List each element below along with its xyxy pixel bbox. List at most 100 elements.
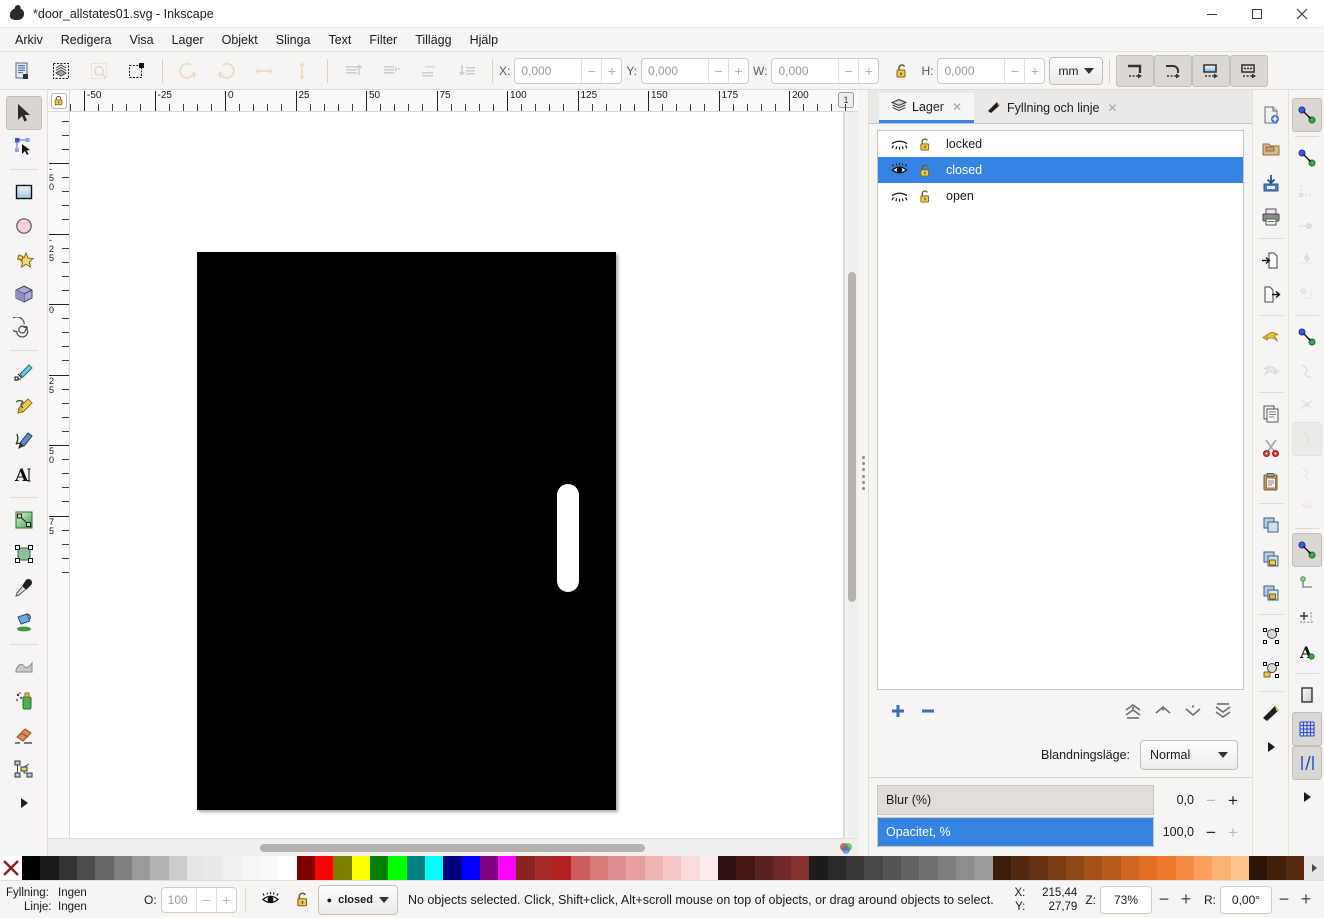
- blend-mode-select[interactable]: Normal: [1140, 739, 1238, 770]
- layer-lock-toggle[interactable]: [912, 189, 938, 204]
- command-bar-more-button[interactable]: [1256, 730, 1286, 764]
- add-layer-button[interactable]: [883, 698, 913, 724]
- rotation-decrement[interactable]: −: [1274, 889, 1294, 910]
- menu-arkiv[interactable]: Arkiv: [6, 30, 52, 50]
- flip-horizontal-button[interactable]: [245, 55, 283, 87]
- palette-swatch[interactable]: [406, 856, 425, 880]
- menu-lager[interactable]: Lager: [163, 30, 213, 50]
- pencil-tool[interactable]: [6, 390, 42, 424]
- palette-swatch[interactable]: [644, 856, 663, 880]
- opacity-stepper[interactable]: − +: [1200, 824, 1244, 841]
- eraser-tool[interactable]: [6, 718, 42, 752]
- raise-button[interactable]: [372, 55, 410, 87]
- x-spinner[interactable]: − +: [514, 57, 623, 84]
- menu-slinga[interactable]: Slinga: [267, 30, 320, 50]
- blur-increment[interactable]: +: [1222, 792, 1244, 809]
- palette-swatch[interactable]: [1102, 856, 1121, 880]
- opacity-slider[interactable]: Opacitet, %: [877, 817, 1154, 847]
- door-handle-shape[interactable]: [557, 484, 579, 592]
- layer-row-open[interactable]: open: [878, 183, 1243, 209]
- palette-swatch[interactable]: [223, 856, 242, 880]
- dock-resize-handle[interactable]: [858, 90, 868, 856]
- snap-page-border-toggle[interactable]: [1292, 678, 1322, 712]
- palette-swatch[interactable]: [443, 856, 462, 880]
- copy-button[interactable]: [1256, 397, 1286, 431]
- blur-stepper[interactable]: − +: [1200, 792, 1244, 809]
- unlink-clone-button[interactable]: [1256, 576, 1286, 610]
- palette-swatch[interactable]: [662, 856, 682, 880]
- palette-swatch[interactable]: [571, 856, 590, 880]
- palette-swatch[interactable]: [1157, 856, 1176, 880]
- spiral-tool[interactable]: [6, 311, 42, 345]
- menu-redigera[interactable]: Redigera: [52, 30, 121, 50]
- palette-swatch[interactable]: [1084, 856, 1103, 880]
- lock-aspect-ratio-toggle[interactable]: [883, 55, 921, 87]
- gradient-tool[interactable]: [6, 503, 42, 537]
- save-document-button[interactable]: [1256, 166, 1286, 200]
- dropper-tool[interactable]: [6, 571, 42, 605]
- h-decrement[interactable]: −: [1005, 59, 1024, 83]
- ellipse-tool[interactable]: [6, 209, 42, 243]
- palette-swatch[interactable]: [534, 856, 554, 880]
- close-icon[interactable]: ✕: [952, 100, 962, 114]
- palette-swatch[interactable]: [955, 856, 975, 880]
- palette-swatch[interactable]: [95, 856, 114, 880]
- palette-swatch[interactable]: [589, 856, 608, 880]
- palette-swatch[interactable]: [351, 856, 370, 880]
- snap-midpoints-toggle[interactable]: [1292, 490, 1322, 524]
- palette-swatch[interactable]: [791, 856, 810, 880]
- palette-swatch[interactable]: [369, 856, 389, 880]
- rotation-increment[interactable]: +: [1296, 889, 1316, 910]
- paintbucket-tool[interactable]: [6, 605, 42, 639]
- edit-selection-button[interactable]: [118, 55, 156, 87]
- w-spinner[interactable]: − +: [771, 57, 880, 84]
- palette-swatch[interactable]: [1065, 856, 1085, 880]
- palette-swatch[interactable]: [76, 856, 96, 880]
- palette-swatch[interactable]: [296, 856, 315, 880]
- drawing-canvas[interactable]: [70, 112, 844, 838]
- vertical-ruler[interactable]: - 5 0 - 2 5 0 2 5 5 0 7 5: [48, 112, 70, 838]
- palette-swatch[interactable]: [113, 856, 132, 880]
- palette-swatch[interactable]: [882, 856, 901, 880]
- tweak-tool[interactable]: [6, 650, 42, 684]
- import-button[interactable]: [1256, 243, 1286, 277]
- menu-hjalp[interactable]: Hjälp: [461, 30, 508, 50]
- palette-swatch[interactable]: [461, 856, 480, 880]
- layer-visibility-toggle[interactable]: [886, 190, 912, 203]
- palette-swatch[interactable]: [131, 856, 151, 880]
- lower-button[interactable]: [410, 55, 448, 87]
- box3d-tool[interactable]: [6, 277, 42, 311]
- minimize-button[interactable]: [1189, 0, 1234, 28]
- rotate-counterclockwise-button[interactable]: [169, 55, 207, 87]
- palette-swatch[interactable]: [937, 856, 956, 880]
- enable-snapping-toggle[interactable]: [1291, 98, 1322, 132]
- snap-bounding-box-toggle[interactable]: [1292, 141, 1322, 175]
- layer-row-locked[interactable]: locked: [878, 131, 1243, 157]
- palette-swatch[interactable]: [919, 856, 938, 880]
- palette-swatch[interactable]: [1047, 856, 1066, 880]
- menu-visa[interactable]: Visa: [121, 30, 163, 50]
- horizontal-ruler[interactable]: 1 -50 -25 0 25 50 75 100 125 150 175 200: [70, 90, 858, 112]
- snap-bbox-edge-center-toggle[interactable]: [1292, 277, 1322, 311]
- no-color-swatch[interactable]: [0, 856, 22, 880]
- snap-nodes-toggle[interactable]: [1292, 320, 1322, 354]
- tab-fyllning-och-linje[interactable]: Fyllning och linje ✕: [974, 93, 1129, 123]
- new-document-button[interactable]: [1256, 98, 1286, 132]
- palette-swatch[interactable]: [315, 856, 334, 880]
- palette-swatch[interactable]: [150, 856, 169, 880]
- remove-layer-button[interactable]: [913, 698, 943, 724]
- blur-slider[interactable]: Blur (%): [877, 785, 1154, 815]
- fill-stroke-button[interactable]: [1256, 696, 1286, 730]
- lower-to-bottom-button[interactable]: [448, 55, 486, 87]
- opacity-decrement[interactable]: −: [1200, 824, 1222, 841]
- affect-rounded-corners-toggle[interactable]: [1154, 54, 1193, 87]
- layer-to-top-button[interactable]: [1118, 698, 1148, 724]
- layer-lock-toggle[interactable]: [912, 137, 938, 152]
- palette-swatch[interactable]: [479, 856, 499, 880]
- palette-swatch[interactable]: [626, 856, 645, 880]
- open-document-button[interactable]: [1256, 132, 1286, 166]
- menu-text[interactable]: Text: [319, 30, 360, 50]
- palette-swatch[interactable]: [1139, 856, 1158, 880]
- h-increment[interactable]: +: [1025, 59, 1044, 83]
- palette-swatch[interactable]: [58, 856, 77, 880]
